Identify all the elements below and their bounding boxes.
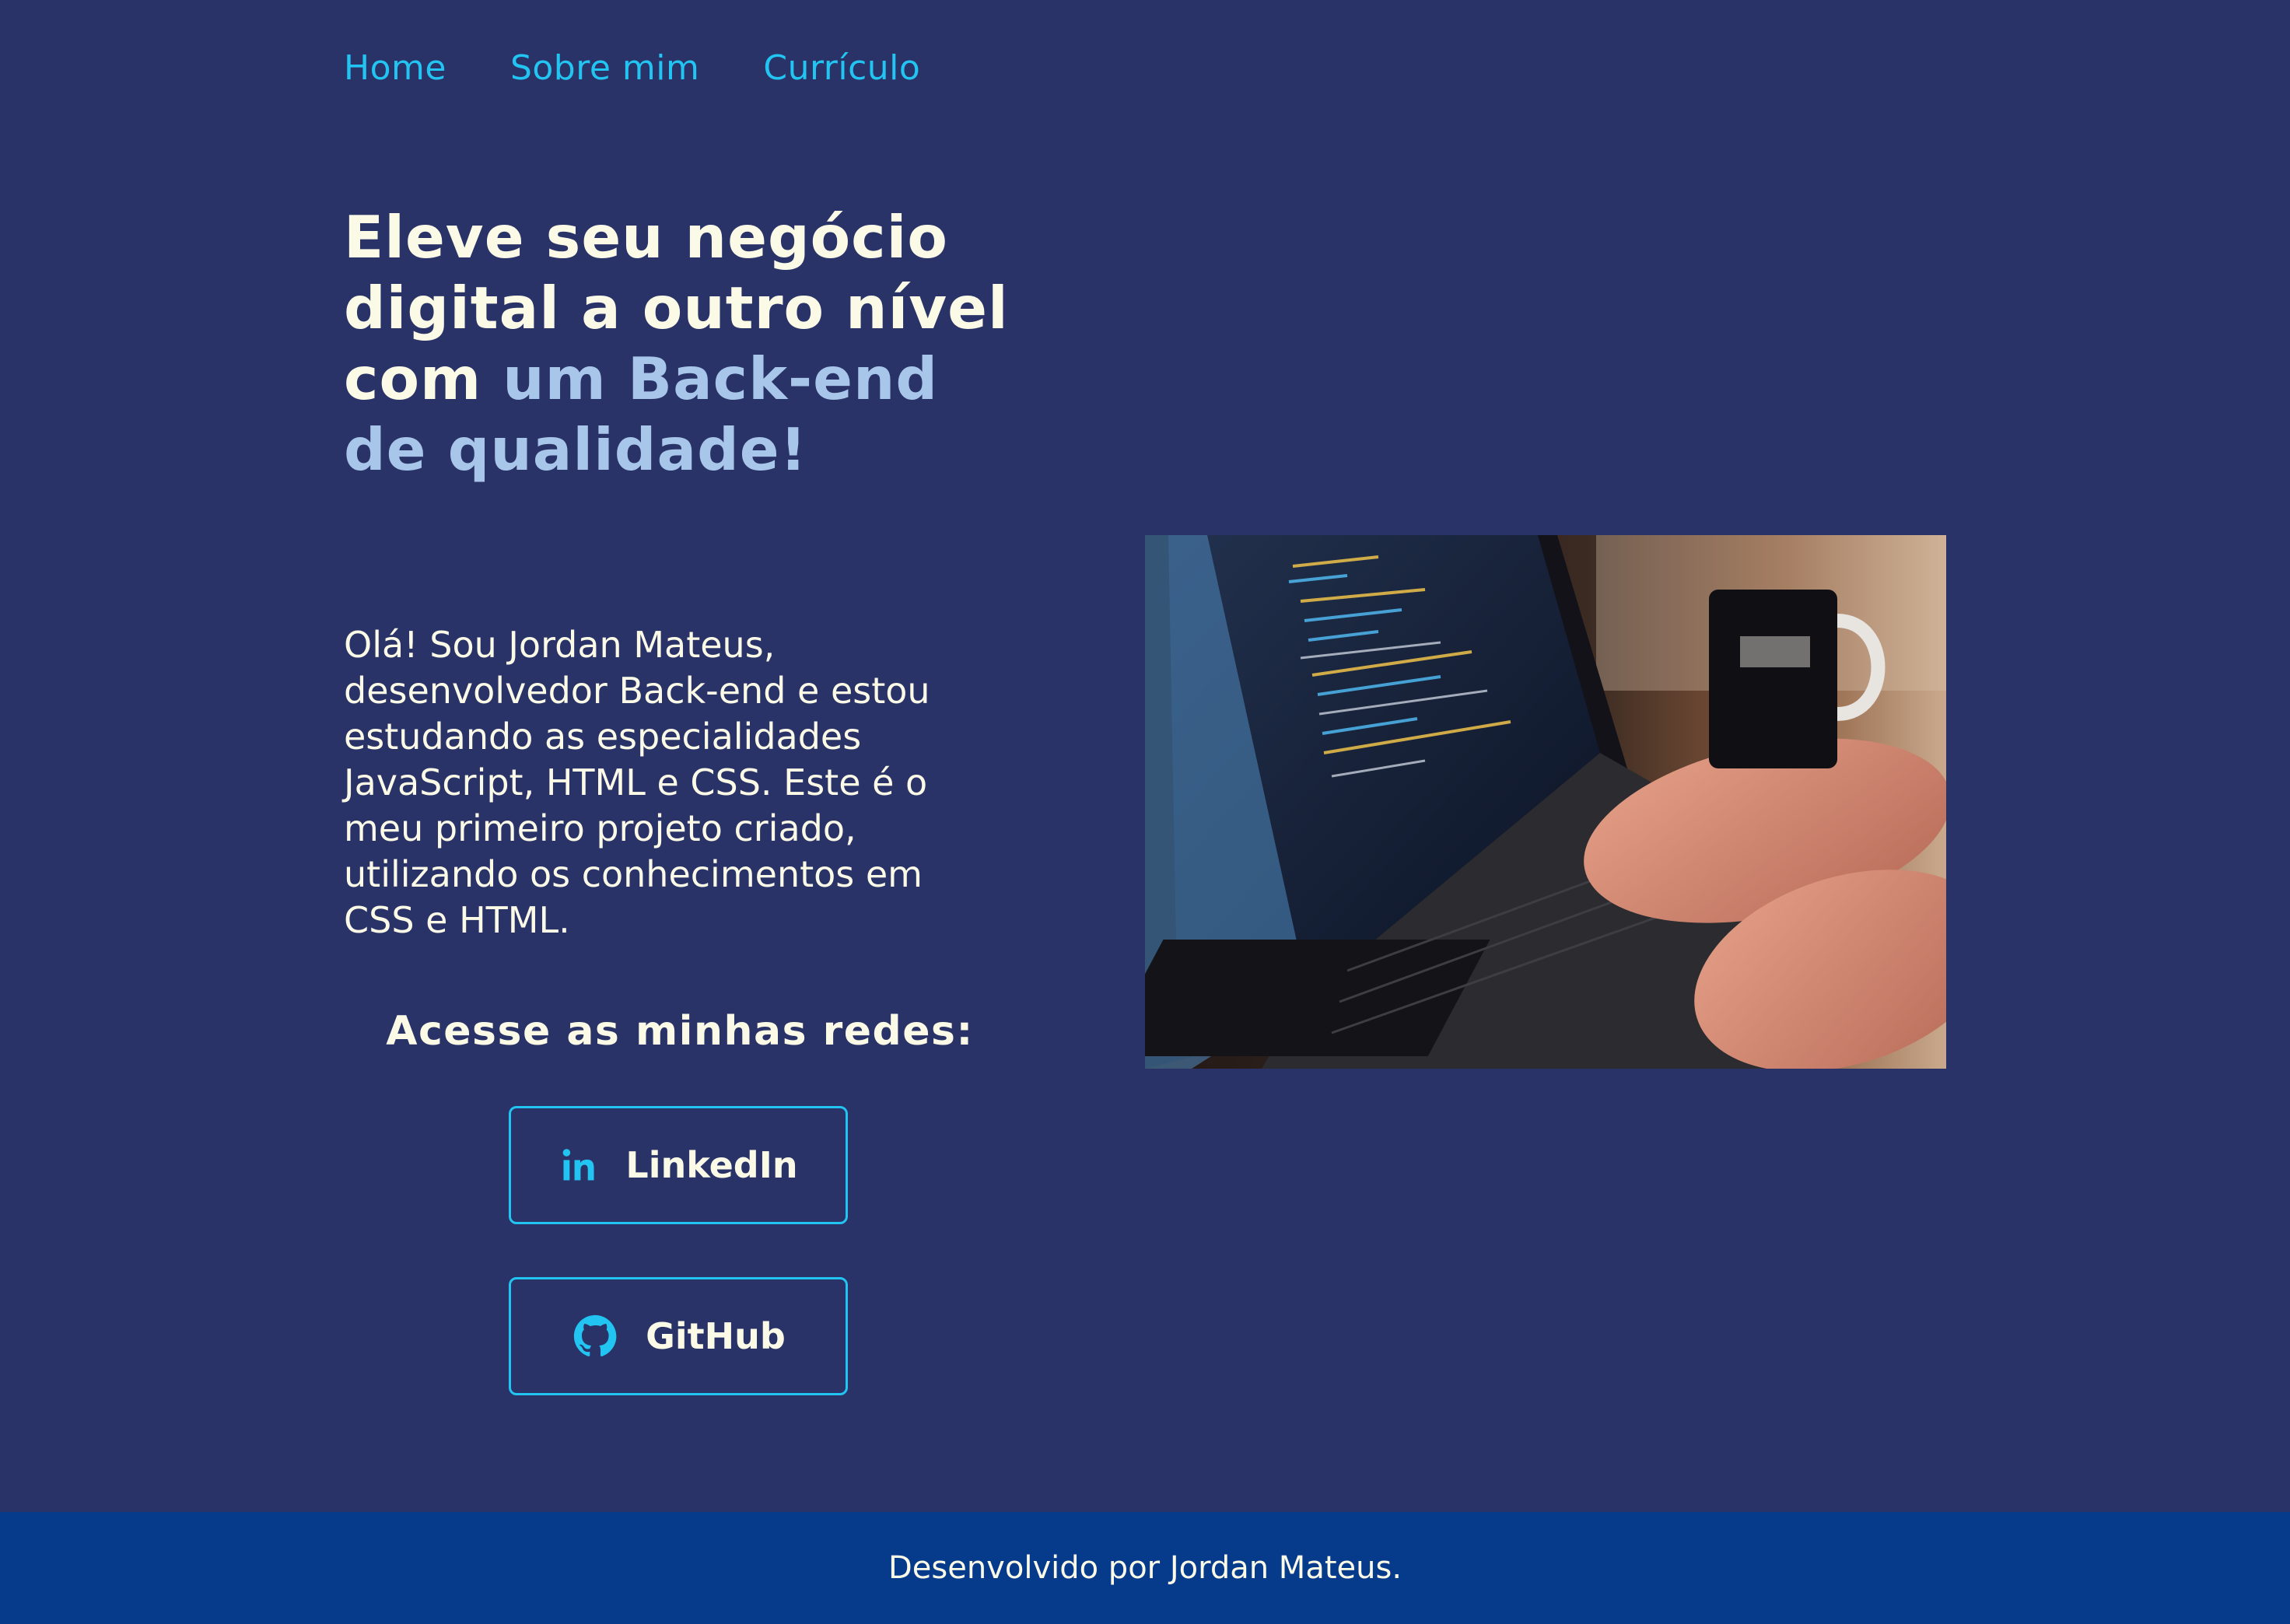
- hero-headline: Eleve seu negócio digital a outro nível …: [344, 202, 1028, 485]
- socials-title: Acesse as minhas redes:: [386, 1008, 974, 1055]
- linkedin-button[interactable]: LinkedIn: [509, 1106, 848, 1224]
- linkedin-button-label: LinkedIn: [625, 1144, 798, 1186]
- nav-link-curriculo[interactable]: Currículo: [763, 44, 920, 93]
- hero-intro-text: Olá! Sou Jordan Mateus, desenvolvedor Ba…: [344, 624, 930, 941]
- github-button-label: GitHub: [646, 1315, 786, 1357]
- nav-link-home[interactable]: Home: [344, 44, 446, 93]
- github-button[interactable]: GitHub: [509, 1277, 848, 1395]
- nav-link-sobre-mim[interactable]: Sobre mim: [510, 44, 699, 93]
- footer: Desenvolvido por Jordan Mateus.: [0, 1512, 2290, 1624]
- main-nav: Home Sobre mim Currículo: [344, 44, 920, 93]
- github-icon: [571, 1312, 619, 1360]
- hero-photo-laptop: [1145, 535, 1946, 1069]
- footer-text: Desenvolvido por Jordan Mateus.: [888, 1550, 1402, 1586]
- linkedin-icon: [558, 1145, 599, 1185]
